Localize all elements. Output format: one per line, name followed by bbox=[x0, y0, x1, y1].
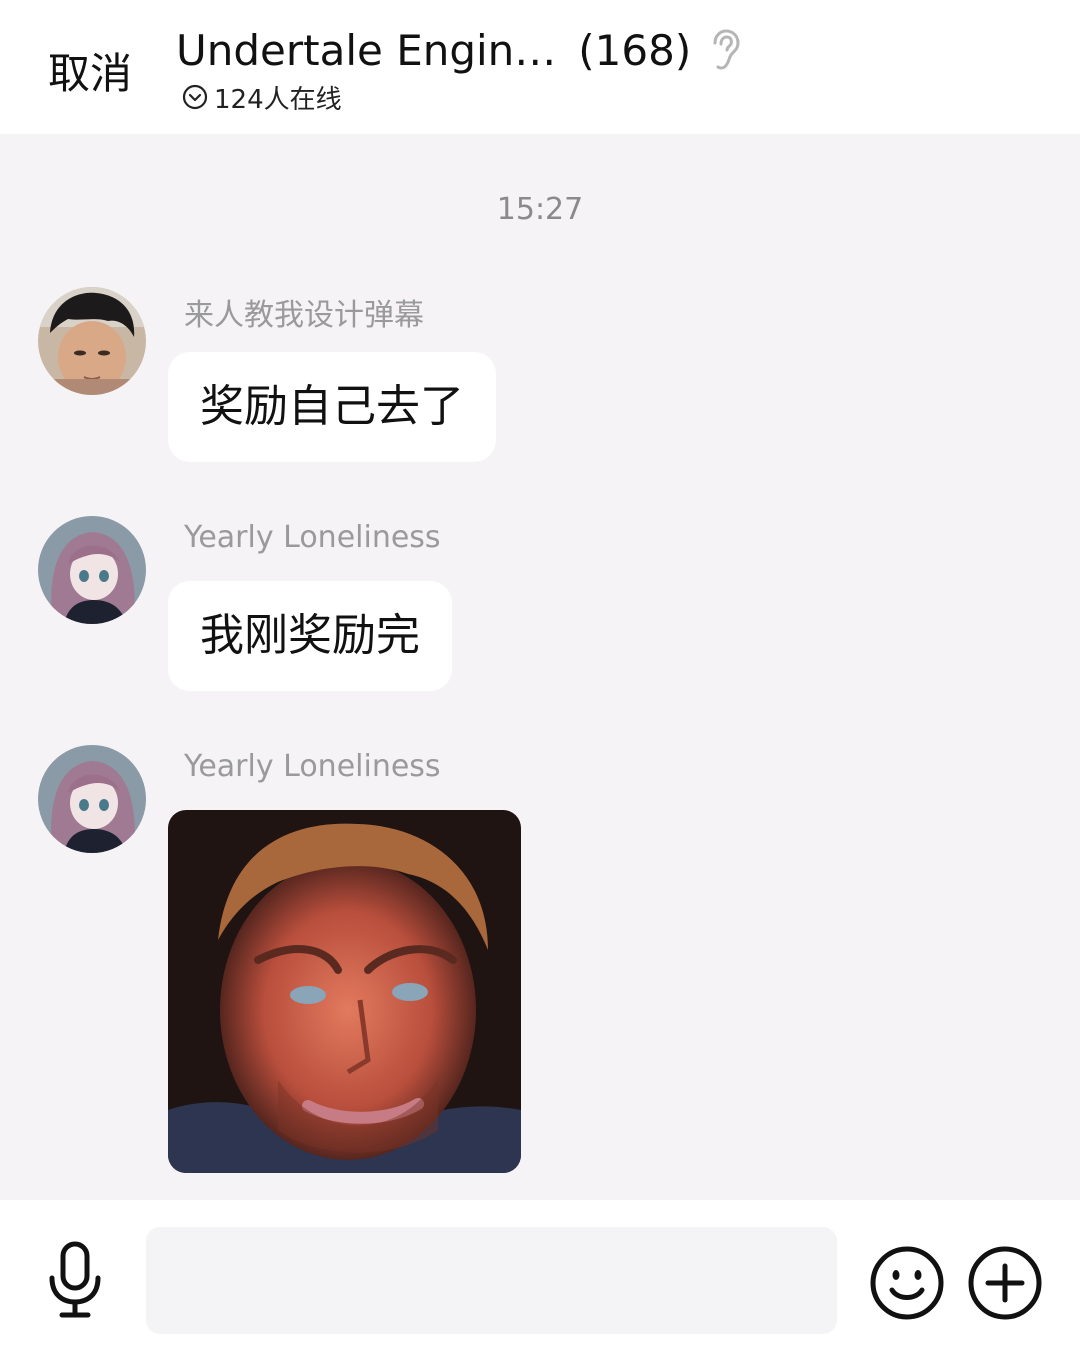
message-bubble[interactable]: 奖励自己去了 bbox=[168, 352, 496, 462]
avatar-anime-girl[interactable] bbox=[38, 745, 146, 853]
ear-icon[interactable] bbox=[707, 29, 741, 71]
sender-name: 来人教我设计弹幕 bbox=[184, 298, 424, 333]
chat-header: 取消 Undertale Engin… (168) 124人在线 bbox=[0, 0, 1080, 134]
online-status[interactable]: 124人在线 bbox=[182, 80, 342, 115]
avatar-boy[interactable] bbox=[38, 287, 146, 395]
emoji-icon[interactable] bbox=[868, 1244, 946, 1322]
sender-name: Yearly Loneliness bbox=[184, 749, 441, 784]
chevron-down-circle-icon bbox=[182, 84, 208, 110]
microphone-icon[interactable] bbox=[44, 1240, 106, 1320]
sender-name: Yearly Loneliness bbox=[184, 520, 441, 555]
plus-circle-icon[interactable] bbox=[966, 1244, 1044, 1322]
message-bubble[interactable]: 我刚奖励完 bbox=[168, 581, 452, 691]
member-count: (168) bbox=[578, 25, 692, 75]
group-title-row[interactable]: Undertale Engin… (168) bbox=[176, 22, 741, 78]
message-input[interactable] bbox=[146, 1227, 837, 1334]
cancel-button[interactable]: 取消 bbox=[48, 40, 132, 101]
group-title: Undertale Engin… bbox=[176, 25, 557, 75]
avatar-anime-girl[interactable] bbox=[38, 516, 146, 624]
message-timestamp: 15:27 bbox=[496, 192, 584, 227]
online-count: 124人在线 bbox=[214, 84, 342, 115]
photo-message[interactable] bbox=[168, 810, 521, 1173]
